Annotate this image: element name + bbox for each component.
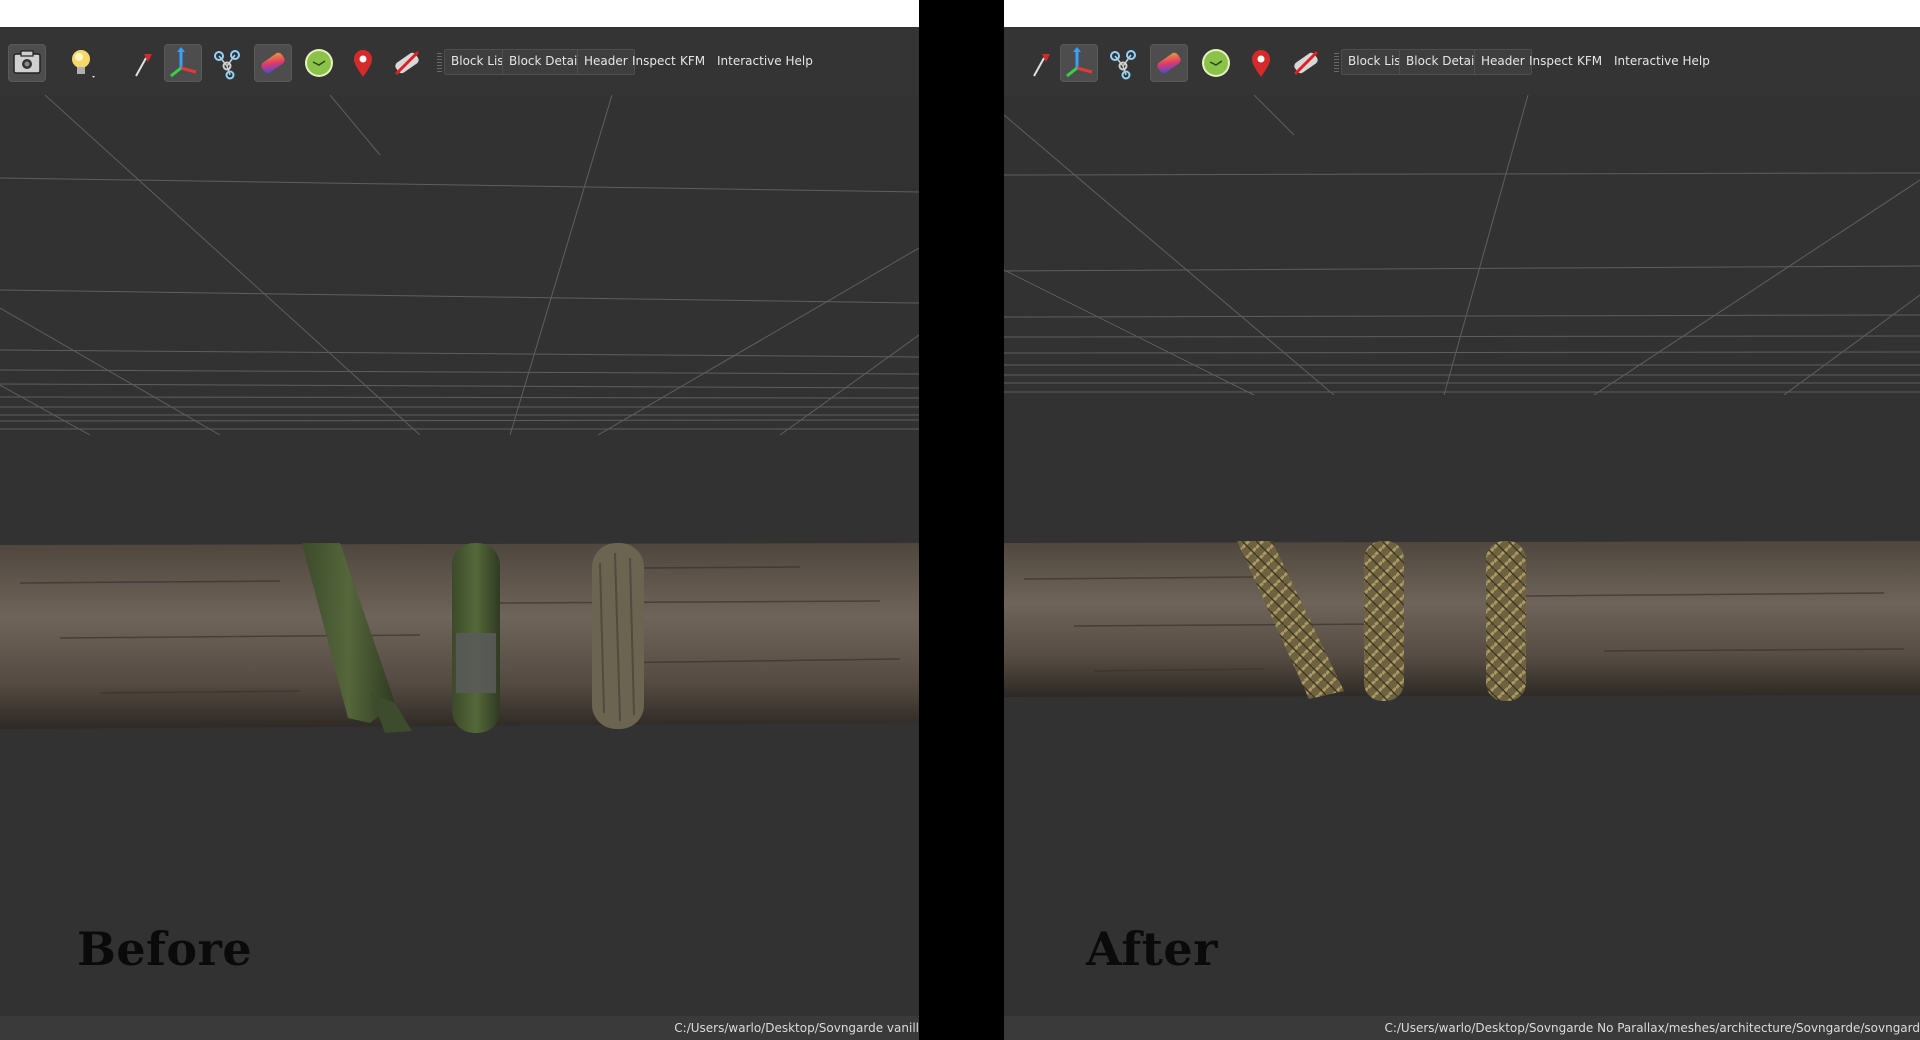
globe-icon[interactable] bbox=[1197, 44, 1235, 82]
skeleton-nodes-icon[interactable] bbox=[1104, 44, 1142, 82]
menu-interactive-help[interactable]: Interactive Help bbox=[1608, 49, 1716, 73]
grid-lines bbox=[0, 95, 919, 435]
3d-viewport[interactable]: After bbox=[1004, 95, 1920, 1016]
toolbar: Block List Block Details Header Inspect … bbox=[1004, 27, 1920, 96]
after-caption: After bbox=[1086, 922, 1218, 976]
wooden-log bbox=[1004, 541, 1920, 701]
before-panel: Block List Block Details Header Inspect … bbox=[0, 0, 919, 1040]
menu-kfm[interactable]: KFM bbox=[1571, 49, 1608, 73]
toolbar-separator bbox=[1334, 53, 1339, 73]
top-strip bbox=[1004, 0, 1920, 27]
screenshot-icon[interactable] bbox=[8, 44, 46, 82]
file-path: C:/Users/warlo/Desktop/Sovngarde vanill bbox=[674, 1021, 919, 1035]
3d-viewport[interactable]: Before bbox=[0, 95, 919, 1016]
axes-icon[interactable] bbox=[164, 44, 202, 82]
menu-interactive-help[interactable]: Interactive Help bbox=[711, 49, 819, 73]
file-path: C:/Users/warlo/Desktop/Sovngarde No Para… bbox=[1384, 1021, 1920, 1035]
after-panel: Block List Block Details Header Inspect … bbox=[1004, 0, 1920, 1040]
grid-lines bbox=[1004, 95, 1920, 395]
location-pin-icon[interactable] bbox=[344, 44, 382, 82]
status-bar: C:/Users/warlo/Desktop/Sovngarde No Para… bbox=[1004, 1016, 1920, 1040]
panel-divider bbox=[919, 0, 1004, 1040]
top-strip bbox=[0, 0, 919, 27]
before-caption: Before bbox=[77, 922, 253, 976]
select-pin-icon[interactable] bbox=[124, 44, 162, 82]
skeleton-nodes-icon[interactable] bbox=[208, 44, 246, 82]
location-pin-icon[interactable] bbox=[1242, 44, 1280, 82]
texture-gradient-icon[interactable] bbox=[254, 44, 292, 82]
menu-kfm[interactable]: KFM bbox=[674, 49, 711, 73]
no-texture-icon[interactable] bbox=[388, 44, 426, 82]
wooden-log bbox=[0, 543, 919, 733]
texture-gradient-icon[interactable] bbox=[1150, 44, 1188, 82]
globe-icon[interactable] bbox=[300, 44, 338, 82]
toolbar: Block List Block Details Header Inspect … bbox=[0, 27, 919, 96]
light-bulb-icon[interactable] bbox=[62, 44, 100, 82]
axes-icon[interactable] bbox=[1060, 44, 1098, 82]
status-bar: C:/Users/warlo/Desktop/Sovngarde vanill bbox=[0, 1016, 919, 1040]
no-texture-icon[interactable] bbox=[1287, 44, 1325, 82]
select-pin-icon[interactable] bbox=[1022, 44, 1060, 82]
toolbar-separator bbox=[437, 53, 442, 73]
